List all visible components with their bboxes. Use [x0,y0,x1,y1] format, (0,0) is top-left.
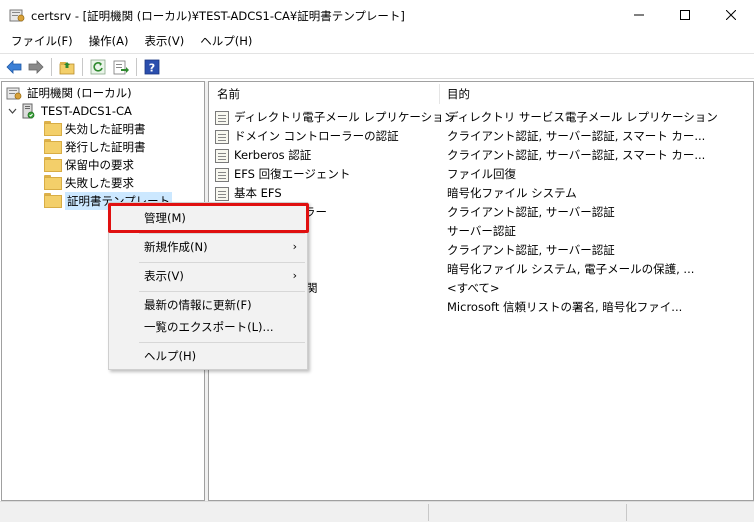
context-item-help[interactable]: ヘルプ(H) [109,345,307,367]
row-purpose: ファイル回復 [447,167,516,181]
help-icon: ? [144,59,160,75]
context-item-label: 一覧のエクスポート(L)... [144,320,274,334]
export-list-icon [113,60,129,75]
back-button[interactable] [4,57,24,77]
row-purpose: クライアント認証, サーバー認証, スマート カー... [447,148,706,162]
tree-item-label: 発行した証明書 [65,140,146,154]
up-folder-icon [59,62,75,75]
up-level-button[interactable] [57,57,77,77]
certificate-authority-icon [6,87,22,100]
table-row[interactable]: ドメイン コントローラーの認証 クライアント認証, サーバー認証, スマート カ… [209,127,753,146]
context-item-new[interactable]: 新規作成(N) › [109,236,307,258]
row-purpose: サーバー認証 [447,224,516,238]
export-list-button[interactable] [111,57,131,77]
chevron-right-icon: › [292,240,297,253]
row-name: ディレクトリ電子メール レプリケーション [234,110,456,124]
tree-item-label: 保留中の要求 [65,158,134,172]
template-icon [215,186,229,201]
context-item-label: 最新の情報に更新(F) [144,298,252,312]
status-segment [428,504,429,521]
tree-item-label: 失敗した要求 [65,176,134,190]
chevron-down-icon[interactable] [6,102,18,120]
close-icon [726,10,736,20]
menu-action[interactable]: 操作(A) [83,30,135,52]
tree-item-issued[interactable]: 発行した証明書 [44,138,146,156]
minimize-button[interactable] [616,0,662,30]
folder-icon [44,193,62,209]
row-name: 基本 EFS [234,186,282,200]
template-icon [215,148,229,163]
context-item-export-list[interactable]: 一覧のエクスポート(L)... [109,316,307,338]
folder-icon [44,157,62,173]
tree-item-label: 失効した証明書 [65,122,146,136]
row-purpose: 暗号化ファイル システム [447,186,577,200]
column-header-purpose[interactable]: 目的 [439,82,753,106]
context-item-label: ヘルプ(H) [144,349,197,363]
tree-ca-label: TEST-ADCS1-CA [41,104,132,118]
table-row[interactable]: Kerberos 認証 クライアント認証, サーバー認証, スマート カー... [209,146,753,165]
row-name: EFS 回復エージェント [234,167,351,181]
refresh-icon [90,59,106,75]
row-purpose: クライアント認証, サーバー認証, スマート カー... [447,129,706,143]
template-icon [215,167,229,182]
mmc-window: certsrv - [証明機関 (ローカル)¥TEST-ADCS1-CA¥証明書… [0,0,754,522]
help-button[interactable]: ? [142,57,162,77]
row-purpose: Microsoft 信頼リストの署名, 暗号化ファイ... [447,300,683,314]
table-row[interactable]: ディレクトリ電子メール レプリケーション ディレクトリ サービス電子メール レプ… [209,108,753,127]
ca-server-icon [22,103,35,119]
refresh-button[interactable] [88,57,108,77]
menu-bar: ファイル(F) 操作(A) 表示(V) ヘルプ(H) [0,30,754,52]
column-header-name[interactable]: 名前 [209,82,439,106]
tree-item-revoked[interactable]: 失効した証明書 [44,120,146,138]
title-bar: certsrv - [証明機関 (ローカル)¥TEST-ADCS1-CA¥証明書… [0,0,754,30]
toolbar: ? [0,53,754,79]
folder-icon [44,121,62,137]
context-item-label: 表示(V) [144,269,184,283]
tree-item-pending[interactable]: 保留中の要求 [44,156,134,174]
maximize-button[interactable] [662,0,708,30]
row-purpose: <すべて> [447,281,500,295]
minimize-icon [634,14,644,16]
status-segment [626,504,627,521]
row-name: ドメイン コントローラーの認証 [234,129,399,143]
context-item-label: 新規作成(N) [144,240,208,254]
certsrv-app-icon [9,9,25,22]
template-icon [215,129,229,144]
context-item-refresh[interactable]: 最新の情報に更新(F) [109,294,307,316]
menu-view[interactable]: 表示(V) [138,30,190,52]
status-bar [0,501,754,522]
menu-file[interactable]: ファイル(F) [5,30,79,52]
maximize-icon [680,10,690,20]
tree-item-failed[interactable]: 失敗した要求 [44,174,134,192]
row-purpose: クライアント認証, サーバー認証 [447,243,615,257]
highlight-box [108,203,309,233]
table-row[interactable]: EFS 回復エージェント ファイル回復 [209,165,753,184]
row-name: Kerberos 認証 [234,148,312,162]
chevron-right-icon: › [292,269,297,282]
window-title: certsrv - [証明機関 (ローカル)¥TEST-ADCS1-CA¥証明書… [31,9,405,23]
svg-text:?: ? [149,62,155,75]
row-purpose: クライアント認証, サーバー認証 [447,205,615,219]
context-item-view[interactable]: 表示(V) › [109,265,307,287]
folder-icon [44,139,62,155]
row-purpose: 暗号化ファイル システム, 電子メールの保護, ... [447,262,695,276]
template-icon [215,110,229,125]
table-row[interactable]: 基本 EFS 暗号化ファイル システム [209,184,753,203]
menu-help[interactable]: ヘルプ(H) [194,30,258,52]
close-button[interactable] [708,0,754,30]
tree-item-ca[interactable]: TEST-ADCS1-CA [6,102,132,120]
forward-arrow-icon [28,60,44,74]
tree-root[interactable]: 証明機関 (ローカル) [6,84,132,102]
row-purpose: ディレクトリ サービス電子メール レプリケーション [447,110,718,124]
forward-button[interactable] [26,57,46,77]
folder-icon [44,175,62,191]
back-arrow-icon [6,60,22,74]
tree-root-label: 証明機関 (ローカル) [27,86,132,100]
